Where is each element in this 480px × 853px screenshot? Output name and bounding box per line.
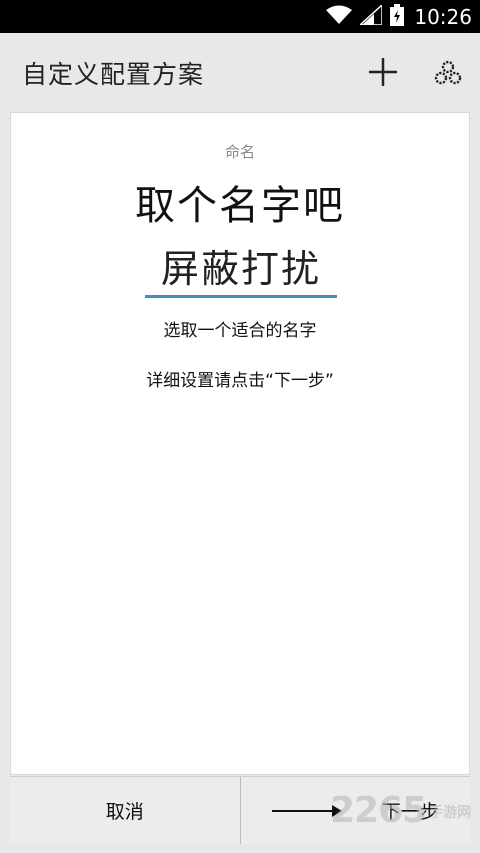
name-input[interactable]: [145, 235, 337, 298]
gears-icon: [434, 60, 462, 85]
action-bar: 自定义配置方案: [0, 33, 480, 111]
naming-heading: 取个名字吧: [135, 183, 345, 229]
status-icons: 10:26: [326, 3, 472, 30]
status-bar: 10:26: [0, 0, 480, 33]
clock-time: 10:26: [414, 5, 472, 29]
naming-card: 命名 取个名字吧 选取一个适合的名字 详细设置请点击“下一步”: [10, 112, 470, 775]
settings-button[interactable]: [434, 59, 462, 87]
cancel-button[interactable]: 取消: [10, 777, 241, 844]
section-label: 命名: [224, 143, 255, 161]
signal-icon: [358, 3, 384, 29]
battery-icon: [390, 4, 405, 30]
page-title: 自定义配置方案: [22, 60, 205, 89]
cancel-label: 取消: [105, 801, 144, 823]
bottom-button-bar: 取消 下一步: [10, 776, 470, 844]
arrow-right-icon: [271, 804, 342, 817]
next-button[interactable]: 下一步: [240, 777, 470, 844]
wifi-icon: [326, 5, 353, 29]
add-button[interactable]: [366, 55, 400, 89]
detail-hint: 详细设置请点击“下一步”: [146, 371, 334, 391]
add-icon: [369, 58, 397, 86]
name-hint: 选取一个适合的名字: [163, 321, 317, 341]
next-label: 下一步: [381, 801, 439, 823]
